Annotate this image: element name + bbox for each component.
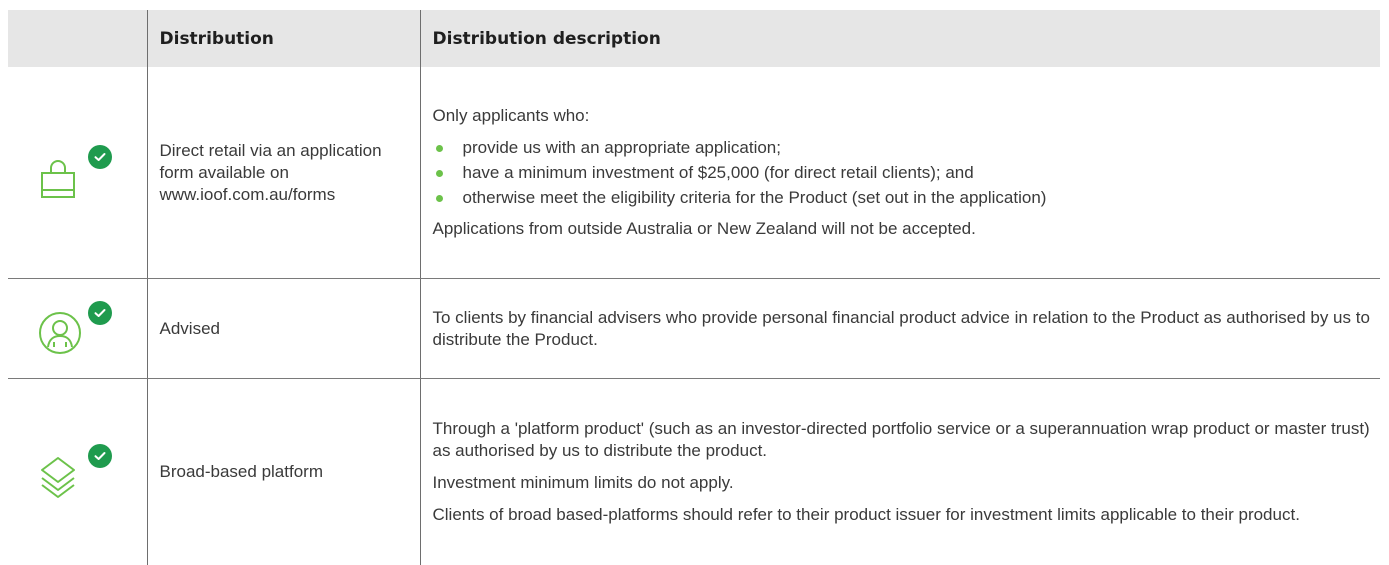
description-paragraph: Clients of broad based-platforms should … — [432, 505, 1300, 524]
description-text: To clients by financial advisers who pro… — [432, 307, 1370, 349]
check-circle-icon — [88, 300, 112, 325]
direct-retail-icon-group — [36, 144, 112, 201]
platform-icon-group — [36, 444, 112, 500]
layers-icon — [41, 457, 75, 498]
table-row-broad-based-platform: Broad-based platform Through a 'platform… — [8, 378, 1380, 565]
table-header-row: Distribution Distribution description — [8, 10, 1380, 67]
distribution-label: Advised — [159, 318, 220, 338]
shopping-bag-icon — [41, 159, 75, 198]
distribution-label: Broad-based platform — [159, 462, 323, 481]
icon-cell — [8, 278, 147, 379]
header-icon-cell — [8, 10, 147, 67]
check-circle-icon — [88, 444, 112, 468]
distribution-cell: Advised — [146, 278, 420, 379]
description-cell: To clients by financial advisers who pro… — [419, 278, 1380, 379]
list-item: have a minimum investment of $25,000 (fo… — [433, 162, 1371, 184]
distribution-cell: Broad-based platform — [146, 378, 420, 565]
check-circle-icon — [88, 144, 112, 169]
description-cell: Only applicants who: provide us with an … — [419, 67, 1380, 279]
user-circle-icon — [39, 311, 81, 354]
description-cell: Through a 'platform product' (such as an… — [419, 378, 1380, 565]
description-note: Applications from outside Australia or N… — [432, 219, 976, 238]
distribution-cell: Direct retail via an application form av… — [146, 67, 420, 279]
description-paragraph: Through a 'platform product' (such as an… — [432, 419, 1370, 460]
header-distribution: Distribution — [146, 10, 420, 67]
description-paragraph: Investment minimum limits do not apply. — [432, 473, 734, 492]
description-intro: Only applicants who: — [432, 106, 590, 125]
icon-cell — [8, 67, 147, 279]
distribution-label: Direct retail via an application form av… — [159, 140, 382, 204]
eligibility-list: provide us with an appropriate applicati… — [433, 137, 1371, 209]
header-distribution-description: Distribution description — [419, 10, 1380, 67]
distribution-table: Distribution Distribution description Di… — [8, 10, 1380, 565]
icon-cell — [8, 379, 147, 565]
advised-icon-group — [36, 300, 112, 357]
list-item: provide us with an appropriate applicati… — [433, 137, 1371, 159]
table-row-direct-retail: Direct retail via an application form av… — [8, 67, 1380, 279]
table-row-advised: Advised To clients by financial advisers… — [8, 278, 1380, 379]
list-item: otherwise meet the eligibility criteria … — [433, 187, 1371, 209]
